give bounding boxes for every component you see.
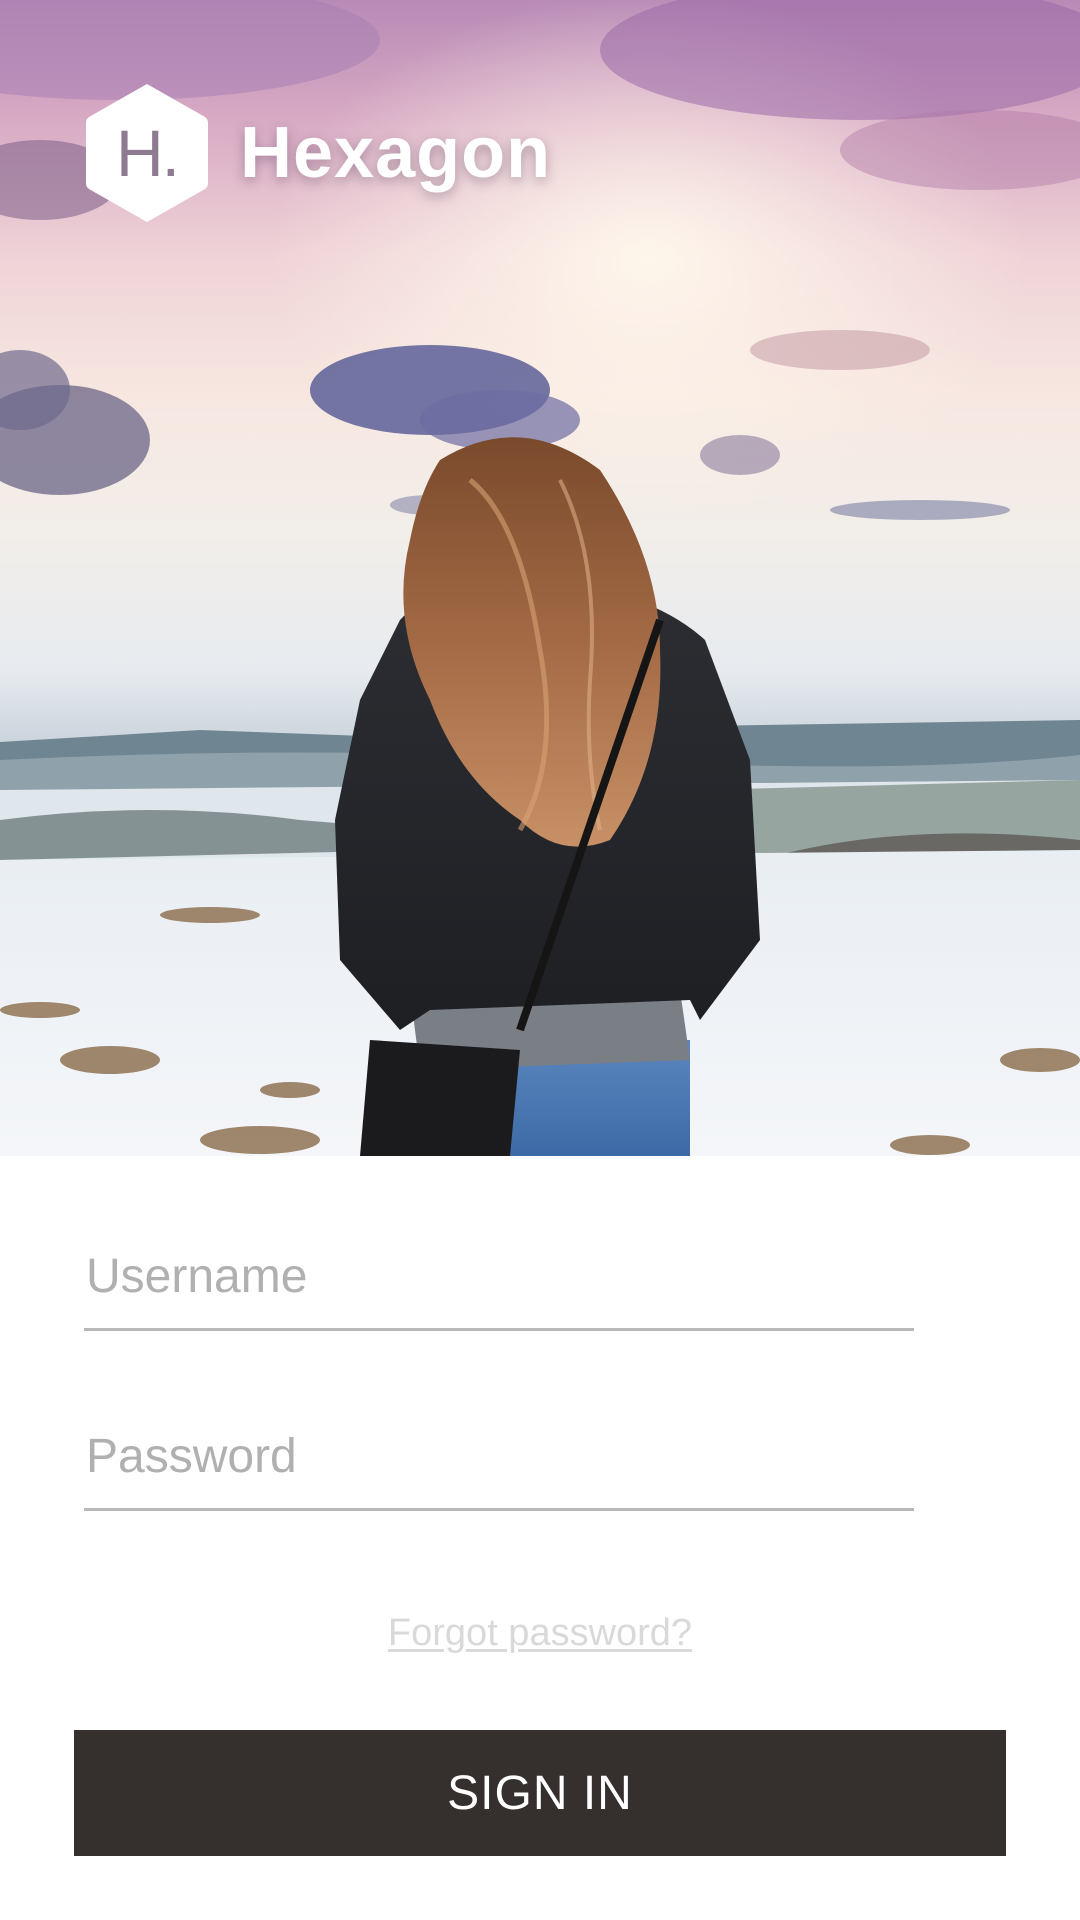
logo-letter: H.: [116, 116, 180, 190]
login-screen: H. Hexagon Forgot password? SIGN IN: [0, 0, 1080, 1920]
password-field-container: [84, 1420, 916, 1511]
password-input[interactable]: [84, 1420, 916, 1508]
sign-in-button[interactable]: SIGN IN: [74, 1730, 1006, 1856]
brand-name: Hexagon: [240, 113, 552, 193]
username-input[interactable]: [84, 1240, 916, 1328]
hexagon-logo-icon: H.: [84, 82, 210, 224]
forgot-password-row: Forgot password?: [0, 1612, 1080, 1655]
forgot-password-link[interactable]: Forgot password?: [388, 1612, 692, 1654]
username-field-container: [84, 1240, 916, 1331]
brand-logo: H. Hexagon: [84, 82, 551, 224]
login-form: Forgot password? SIGN IN: [0, 1156, 1080, 1920]
hero-photo: H. Hexagon: [0, 0, 1080, 1156]
